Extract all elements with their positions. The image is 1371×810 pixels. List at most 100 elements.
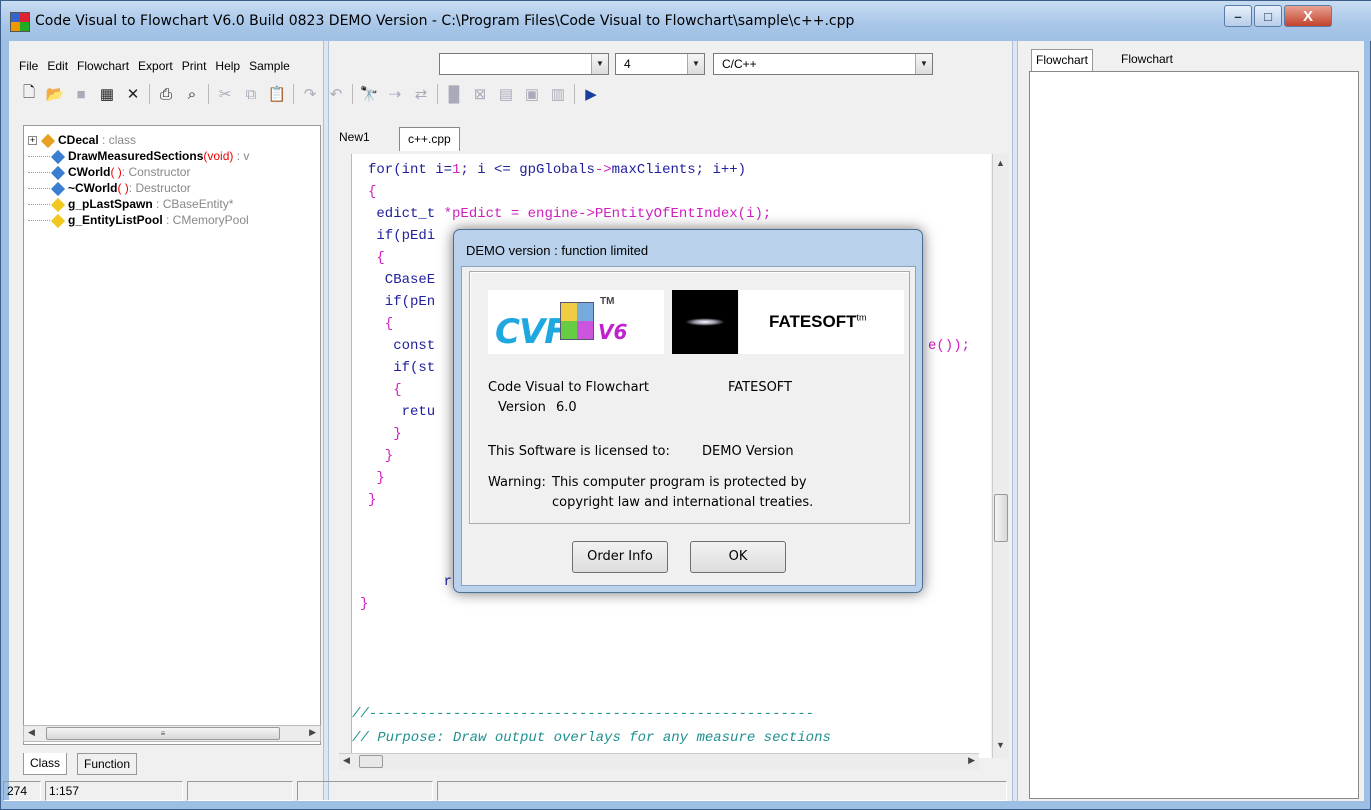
menu-help[interactable]: Help xyxy=(211,56,245,76)
tree-connector xyxy=(28,188,50,190)
code-line: } xyxy=(368,492,377,508)
warning-label: Warning: xyxy=(488,475,546,490)
fatesoft-logo-text: FATESOFTtm xyxy=(769,312,867,331)
app-window: Code Visual to Flowchart V6.0 Build 0823… xyxy=(0,0,1371,810)
flowchart-icon[interactable]: ▣ xyxy=(522,84,542,104)
menu-print[interactable]: Print xyxy=(178,56,212,76)
variable-icon xyxy=(50,213,66,228)
copy-icon[interactable]: ⧉ xyxy=(241,84,261,104)
tree-hscrollbar[interactable]: ◀ ≡ ▶ xyxy=(23,725,321,742)
depth-select-value: 4 xyxy=(624,57,631,71)
find-next-icon[interactable]: ⇢ xyxy=(385,84,405,104)
scroll-thumb[interactable]: ≡ xyxy=(46,727,280,740)
method-icon xyxy=(50,165,66,180)
code-line: } xyxy=(368,426,402,442)
menu-flowchart[interactable]: Flowchart xyxy=(73,56,134,76)
scroll-down-icon[interactable]: ▼ xyxy=(996,740,1005,750)
depth-select[interactable]: 4 ▼ xyxy=(615,53,705,75)
save-all-icon[interactable]: ▦ xyxy=(97,84,117,104)
paste-icon[interactable]: 📋 xyxy=(267,84,287,104)
code-line: r xyxy=(368,574,453,590)
tree-item-g-entitylistpool[interactable]: g_EntityListPool : CMemoryPool xyxy=(28,212,249,228)
scroll-left-icon[interactable]: ◀ xyxy=(343,755,350,766)
save-icon[interactable]: ■ xyxy=(71,84,91,104)
tree-item-drawmeasuredsections[interactable]: DrawMeasuredSections(void) : v xyxy=(28,148,249,164)
chevron-down-icon[interactable]: ▼ xyxy=(591,54,608,74)
status-position: 1:157 xyxy=(45,781,183,801)
word-icon[interactable]: ▤ xyxy=(496,84,516,104)
app-icon[interactable] xyxy=(10,12,30,32)
new-icon[interactable]: 🗋 xyxy=(19,84,39,104)
tab-cpp[interactable]: c++.cpp xyxy=(399,127,460,151)
order-info-label: Order Info xyxy=(587,549,653,564)
cut-icon[interactable]: ✂ xyxy=(215,84,235,104)
toolbar-separator xyxy=(293,84,294,104)
scroll-right-icon[interactable]: ▶ xyxy=(309,727,316,738)
language-select[interactable]: C/C++ ▼ xyxy=(713,53,933,75)
expand-icon[interactable]: + xyxy=(28,136,37,146)
code-line: { xyxy=(368,250,385,266)
menu-export[interactable]: Export xyxy=(134,56,178,76)
flowchart-canvas[interactable] xyxy=(1029,71,1359,799)
print-preview-icon[interactable]: ⌕ xyxy=(182,84,202,104)
fatesoft-logo: FATESOFTtm xyxy=(739,290,904,354)
close-window-button[interactable]: X xyxy=(1284,5,1332,27)
scroll-thumb[interactable] xyxy=(994,494,1008,542)
editor-vscrollbar[interactable]: ▲ ▼ xyxy=(992,154,1009,758)
scroll-right-icon[interactable]: ▶ xyxy=(968,755,975,766)
demo-dialog: DEMO version : function limited CVF TM V… xyxy=(453,229,923,593)
minimize-icon: – xyxy=(1234,8,1242,24)
toolbar-separator xyxy=(574,84,575,104)
ok-button[interactable]: OK xyxy=(690,541,786,573)
print-icon[interactable]: ⎙ xyxy=(156,84,176,104)
close-file-icon[interactable]: ✕ xyxy=(123,84,143,104)
splitter-right[interactable] xyxy=(1012,41,1018,801)
undo-icon[interactable]: ↶ xyxy=(326,84,346,104)
editor-hscrollbar[interactable]: ◀ ▶ xyxy=(339,753,979,770)
tab-flowchart-2[interactable]: Flowchart -2 xyxy=(1117,49,1177,86)
menu-file[interactable]: File xyxy=(15,56,43,76)
tab-class[interactable]: Class xyxy=(23,753,68,775)
tree-item-g-plastspawn[interactable]: g_pLastSpawn : CBaseEntity* xyxy=(28,196,233,212)
class-tree[interactable]: + CDecal : class DrawMeasuredSections(voi… xyxy=(23,125,321,745)
dialog-title: DEMO version : function limited xyxy=(466,243,649,258)
code-comment: //--------------------------------------… xyxy=(352,706,815,722)
variable-icon xyxy=(50,197,66,212)
company-name: FATESOFT xyxy=(728,380,792,395)
tab-function[interactable]: Function xyxy=(77,753,138,775)
table-icon[interactable]: ▥ xyxy=(548,84,568,104)
tab-flowchart-1[interactable]: Flowchart -1 xyxy=(1031,49,1094,87)
tree-item-cworld-destructor[interactable]: ~CWorld( ): Destructor xyxy=(28,180,191,196)
stop-icon[interactable]: █ xyxy=(444,84,464,104)
status-empty xyxy=(297,781,433,801)
menu-sample[interactable]: Sample xyxy=(245,56,295,76)
maximize-icon: □ xyxy=(1264,8,1272,24)
tree-item-cworld[interactable]: CWorld( ): Constructor xyxy=(28,164,190,180)
order-info-button[interactable]: Order Info xyxy=(572,541,668,573)
run-icon[interactable]: ▶ xyxy=(581,84,601,104)
redo-icon[interactable]: ↷ xyxy=(300,84,320,104)
menu-edit[interactable]: Edit xyxy=(43,56,73,76)
chevron-down-icon[interactable]: ▼ xyxy=(915,54,932,74)
function-select[interactable]: ▼ xyxy=(439,53,609,75)
replace-icon[interactable]: ⇄ xyxy=(411,84,431,104)
tab-new1[interactable]: New1 xyxy=(331,125,378,151)
scroll-thumb[interactable] xyxy=(359,755,383,768)
class-icon xyxy=(40,133,56,148)
scroll-left-icon[interactable]: ◀ xyxy=(28,727,35,738)
scroll-up-icon[interactable]: ▲ xyxy=(996,158,1005,168)
code-line: } xyxy=(368,470,385,486)
code-line: CBaseE xyxy=(368,272,436,288)
code-line: edict_t *pEdict = engine->PEntityOfEntIn… xyxy=(368,206,772,222)
maximize-button[interactable]: □ xyxy=(1254,5,1282,27)
logo-grid-icon xyxy=(560,302,594,340)
title-bar: Code Visual to Flowchart V6.0 Build 0823… xyxy=(1,1,1371,41)
find-icon[interactable]: 🔭 xyxy=(359,84,379,104)
open-icon[interactable]: 📂 xyxy=(45,84,65,104)
tree-item-cdecal[interactable]: + CDecal : class xyxy=(28,132,136,148)
toolbar-separator xyxy=(208,84,209,104)
splitter-left[interactable] xyxy=(323,41,329,801)
export-icon[interactable]: ⊠ xyxy=(470,84,490,104)
minimize-button[interactable]: – xyxy=(1224,5,1252,27)
chevron-down-icon[interactable]: ▼ xyxy=(687,54,704,74)
